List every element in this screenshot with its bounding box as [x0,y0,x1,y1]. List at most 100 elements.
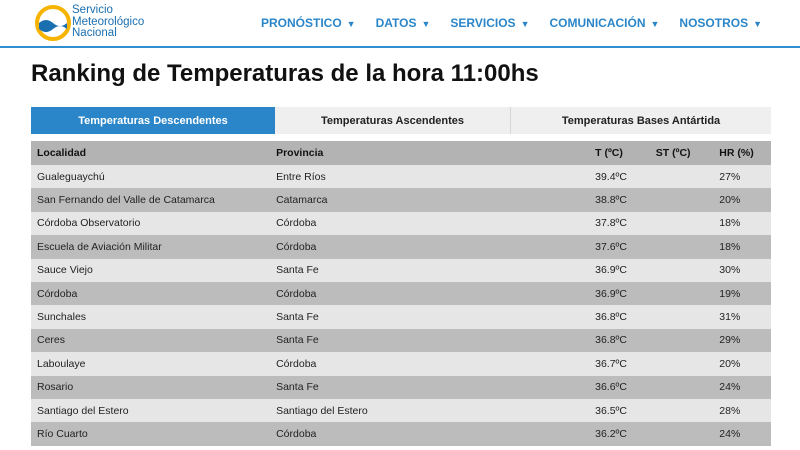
cell-temperatura: 36.9ºC [595,258,656,282]
table-row: Escuela de Aviación Militar Córdoba 37.6… [31,235,771,259]
cell-localidad: Gualeguaychú [31,165,277,189]
chevron-down-icon: ▼ [520,19,530,29]
cell-sensacion-termica [655,305,720,329]
cell-temperatura: 36.2ºC [595,422,656,446]
cell-temperatura: 36.7ºC [595,352,656,376]
column-header-humedad[interactable]: HR (%) [719,141,771,165]
table-row: Córdoba Observatorio Córdoba 37.8ºC 18% [31,211,771,236]
nav-item-nosotros[interactable]: NOSOTROS ▼ [679,16,762,30]
cell-localidad: Ceres [31,328,277,353]
table-row: Rosario Santa Fe 36.6ºC 24% [31,375,771,399]
cell-provincia: Santa Fe [276,305,596,329]
nav-item-datos[interactable]: DATOS ▼ [376,16,431,30]
table-row: Río Cuarto Córdoba 36.2ºC 24% [31,422,771,446]
cell-provincia: Santa Fe [276,258,596,282]
table-row: Santiago del Estero Santiago del Estero … [31,398,771,423]
table-row: Ceres Santa Fe 36.8ºC 29% [31,328,771,353]
table-row: Sauce Viejo Santa Fe 36.9ºC 30% [31,258,771,282]
table-header-row: Localidad Provincia T (ºC) ST (ºC) HR (%… [31,141,771,165]
brand-line-3: Nacional [72,27,117,39]
chevron-down-icon: ▼ [346,19,356,29]
cell-provincia: Córdoba [276,422,596,446]
cell-temperatura: 36.6ºC [595,375,656,399]
cell-sensacion-termica [655,375,720,399]
cell-localidad: Córdoba Observatorio [31,211,277,236]
cell-provincia: Córdoba [276,235,596,259]
nav-item-pronostico[interactable]: PRONÓSTICO ▼ [261,16,356,30]
brand-name[interactable]: Servicio Meteorológico Nacional [72,4,144,40]
smn-logo-icon[interactable] [35,5,71,41]
site-header: Servicio Meteorológico Nacional PRONÓSTI… [0,0,800,48]
column-header-localidad[interactable]: Localidad [31,141,277,165]
nav-item-servicios[interactable]: SERVICIOS ▼ [450,16,529,30]
cell-localidad: Sauce Viejo [31,258,277,282]
cell-temperatura: 39.4ºC [595,165,656,189]
table-row: San Fernando del Valle de Catamarca Cata… [31,188,771,212]
cell-humedad: 18% [719,235,771,259]
main-nav: PRONÓSTICO ▼ DATOS ▼ SERVICIOS ▼ COMUNICACI… [261,16,762,30]
cell-temperatura: 37.8ºC [595,211,656,236]
cell-provincia: Entre Ríos [276,165,596,189]
ranking-table: Localidad Provincia T (ºC) ST (ºC) HR (%… [31,141,771,446]
cell-temperatura: 36.8ºC [595,328,656,353]
tab-temperaturas-ascendentes[interactable]: Temperaturas Ascendentes [275,107,511,134]
column-header-temperatura[interactable]: T (ºC) [595,141,656,165]
cell-localidad: Escuela de Aviación Militar [31,235,277,259]
chevron-down-icon: ▼ [421,19,431,29]
cell-humedad: 29% [719,328,771,353]
tab-temperaturas-descendentes[interactable]: Temperaturas Descendentes [31,107,275,134]
cell-humedad: 19% [719,281,771,306]
cell-humedad: 28% [719,398,771,423]
cell-humedad: 24% [719,375,771,399]
cell-provincia: Catamarca [276,188,596,212]
cell-temperatura: 36.8ºC [595,305,656,329]
cell-sensacion-termica [655,235,720,259]
cell-localidad: Córdoba [31,281,277,306]
cell-temperatura: 36.9ºC [595,281,656,306]
cell-sensacion-termica [655,281,720,306]
cell-localidad: Río Cuarto [31,422,277,446]
cell-provincia: Santiago del Estero [276,398,596,423]
chevron-down-icon: ▼ [753,19,762,29]
cell-humedad: 24% [719,422,771,446]
page-title: Ranking de Temperaturas de la hora 11:00… [31,60,539,87]
column-header-provincia[interactable]: Provincia [276,141,596,165]
cell-provincia: Córdoba [276,281,596,306]
cell-humedad: 31% [719,305,771,329]
cell-provincia: Santa Fe [276,328,596,353]
cell-provincia: Córdoba [276,211,596,236]
cell-humedad: 18% [719,211,771,236]
tab-temperaturas-bases-antartida[interactable]: Temperaturas Bases Antártida [511,107,771,134]
table-row: Gualeguaychú Entre Ríos 39.4ºC 27% [31,165,771,189]
cell-humedad: 20% [719,352,771,376]
column-header-sensacion-termica[interactable]: ST (ºC) [655,141,720,165]
cell-sensacion-termica [655,398,720,423]
cell-sensacion-termica [655,188,720,212]
cell-sensacion-termica [655,165,720,189]
cell-localidad: Santiago del Estero [31,398,277,423]
table-row: Córdoba Córdoba 36.9ºC 19% [31,281,771,306]
cell-temperatura: 37.6ºC [595,235,656,259]
cell-localidad: Laboulaye [31,352,277,376]
nav-item-comunicacion[interactable]: COMUNICACIÓN ▼ [549,16,659,30]
cell-sensacion-termica [655,258,720,282]
brand-line-1: Servicio [72,4,113,16]
cell-humedad: 20% [719,188,771,212]
cell-temperatura: 36.5ºC [595,398,656,423]
cell-provincia: Santa Fe [276,375,596,399]
cell-sensacion-termica [655,211,720,236]
cell-sensacion-termica [655,328,720,353]
cell-sensacion-termica [655,352,720,376]
cell-localidad: Sunchales [31,305,277,329]
cell-localidad: San Fernando del Valle de Catamarca [31,188,277,212]
chevron-down-icon: ▼ [650,19,660,29]
cell-temperatura: 38.8ºC [595,188,656,212]
cell-humedad: 30% [719,258,771,282]
cell-sensacion-termica [655,422,720,446]
cell-humedad: 27% [719,165,771,189]
table-row: Sunchales Santa Fe 36.8ºC 31% [31,305,771,329]
ranking-tabs: Temperaturas Descendentes Temperaturas A… [31,107,771,134]
table-row: Laboulaye Córdoba 36.7ºC 20% [31,352,771,376]
cell-provincia: Córdoba [276,352,596,376]
cell-localidad: Rosario [31,375,277,399]
